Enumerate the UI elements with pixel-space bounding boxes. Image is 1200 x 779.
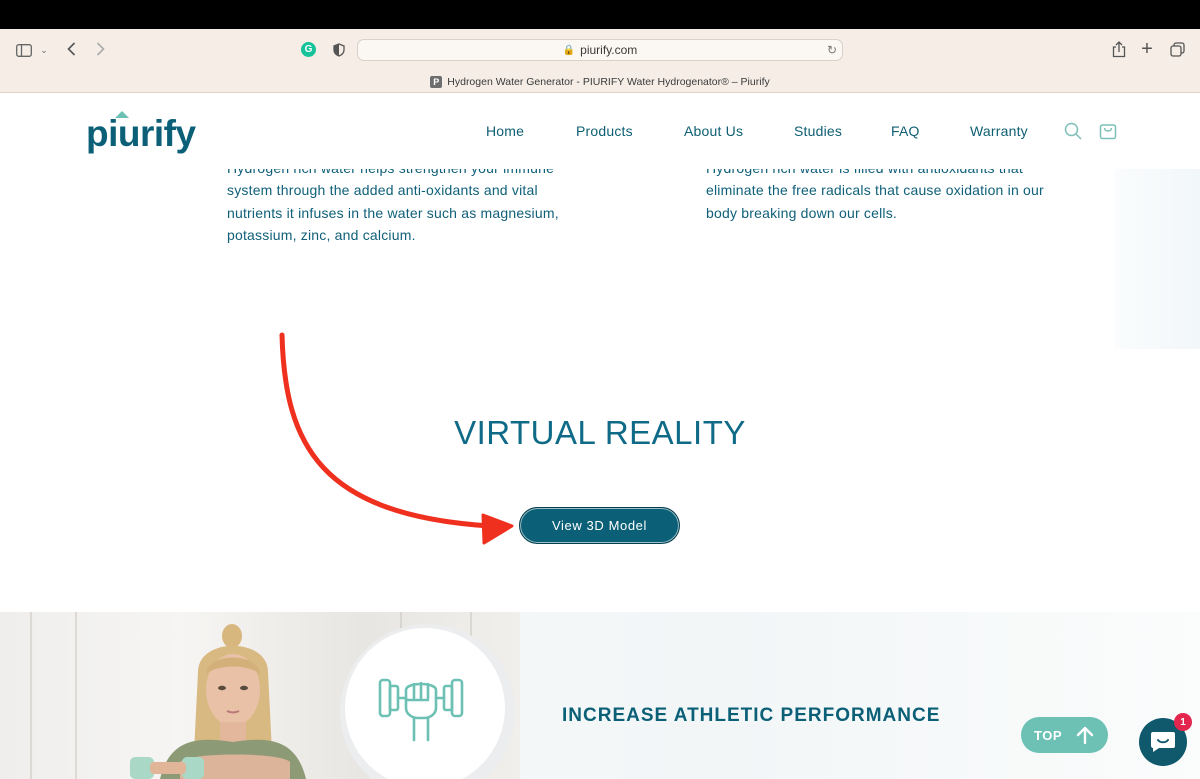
- piurify-logo[interactable]: piurify: [86, 106, 206, 156]
- annotation-arrow: [279, 332, 514, 545]
- decorative-background: [1115, 169, 1200, 349]
- forward-icon[interactable]: [93, 41, 107, 57]
- nav-about-us[interactable]: About Us: [684, 123, 743, 139]
- lock-icon: 🔒: [562, 44, 576, 56]
- site-header: piurify Home Products About Us Studies F…: [0, 94, 1200, 169]
- immune-line-1: system through the added anti-oxidants a…: [227, 182, 538, 199]
- nav-home[interactable]: Home: [486, 123, 524, 139]
- os-menu-bar: [0, 0, 1200, 29]
- sidebar-toggle-icon[interactable]: [16, 42, 32, 58]
- search-icon[interactable]: [1064, 122, 1082, 140]
- nav-products[interactable]: Products: [576, 123, 633, 139]
- cart-icon[interactable]: [1099, 122, 1117, 140]
- scroll-to-top-button[interactable]: TOP: [1021, 717, 1108, 753]
- immune-line-3: potassium, zinc, and calcium.: [227, 226, 416, 243]
- chat-notification-badge: 1: [1174, 713, 1192, 731]
- site-favicon: P: [430, 76, 443, 88]
- top-label: TOP: [1034, 727, 1062, 743]
- share-icon[interactable]: [1111, 40, 1127, 58]
- shield-icon[interactable]: [332, 42, 346, 58]
- view-3d-model-button[interactable]: View 3D Model: [519, 507, 680, 544]
- tabs-overview-icon[interactable]: [1169, 41, 1185, 57]
- active-tab[interactable]: P Hydrogen Water Generator - PIURIFY Wat…: [0, 72, 1200, 92]
- svg-text:piurify: piurify: [86, 113, 196, 154]
- fist-dumbbell-icon: [378, 678, 464, 742]
- nav-faq[interactable]: FAQ: [891, 123, 920, 139]
- nav-warranty[interactable]: Warranty: [970, 123, 1028, 139]
- chevron-down-icon[interactable]: ⌄: [39, 43, 49, 57]
- back-icon[interactable]: [64, 41, 78, 57]
- immune-line-2: nutrients it infuses in the water such a…: [227, 204, 559, 221]
- athletic-performance-title: INCREASE ATHLETIC PERFORMANCE: [562, 705, 941, 726]
- address-bar[interactable]: 🔒 piurify.com ↻: [357, 39, 843, 61]
- new-tab-icon[interactable]: +: [1139, 38, 1155, 60]
- reload-icon[interactable]: ↻: [827, 43, 837, 57]
- athlete-image: [130, 624, 306, 779]
- browser-toolbar: ⌄ G 🔒 piurify.com ↻ + P Hydrogen Water G…: [0, 29, 1200, 93]
- vr-section-title: VIRTUAL REALITY: [454, 414, 746, 451]
- nav-studies[interactable]: Studies: [794, 123, 842, 139]
- url-text: piurify.com: [580, 43, 638, 57]
- antioxidant-line-1: eliminate the free radicals that cause o…: [706, 182, 1044, 199]
- tab-title: Hydrogen Water Generator - PIURIFY Water…: [447, 76, 770, 88]
- chat-bubble-icon: [1151, 732, 1175, 752]
- grammarly-extension-icon[interactable]: G: [301, 42, 316, 57]
- immune-benefit-text: Hydrogen rich water helps strengthen you…: [227, 157, 607, 246]
- antioxidant-line-2: body breaking down our cells.: [706, 204, 898, 221]
- arrow-up-icon: [1076, 726, 1094, 745]
- athletic-section: INCREASE ATHLETIC PERFORMANCE: [0, 612, 1200, 779]
